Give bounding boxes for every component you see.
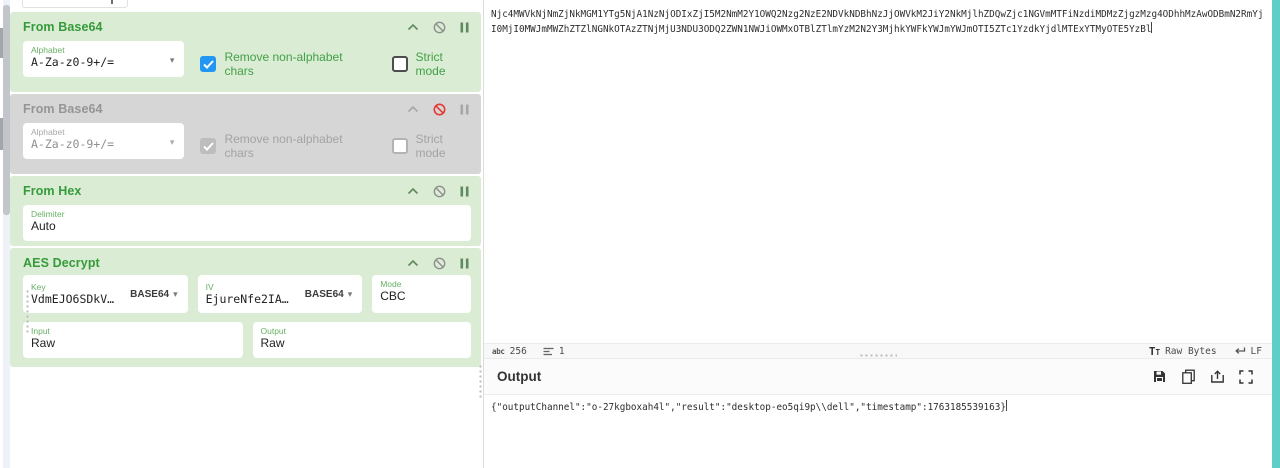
- arg-value: Raw: [31, 336, 56, 350]
- input-editor[interactable]: Njc4MWVkNjNmZjNkMGM1YTg5NjA1NzNjODIxZjI5…: [491, 7, 1270, 37]
- input-line: I0MjI0MWJmMWZhZTZlNGNkOTAzZTNjMjU3NDU3OD…: [491, 24, 1152, 35]
- arg-label: Delimiter: [31, 209, 65, 219]
- disable-op-icon[interactable]: [433, 257, 446, 270]
- alphabet-dropdown[interactable]: Alphabet A-Za-z0-9+/= ▾: [23, 41, 185, 77]
- arg-label: IV: [205, 281, 214, 292]
- checkbox-remove-non-alphabet[interactable]: Remove non-alphabet chars: [200, 132, 364, 160]
- checkbox-label: Remove non-alphabet chars: [224, 50, 343, 78]
- checkbox-unchecked-icon[interactable]: [391, 138, 408, 154]
- checkbox-strict-mode[interactable]: Strict mode: [391, 50, 472, 78]
- encoding-value: Raw Bytes: [1165, 345, 1217, 357]
- line-count: 1: [543, 346, 565, 357]
- input-format-field[interactable]: Input Raw: [23, 322, 243, 358]
- recipe-io-splitter-handle[interactable]: [479, 364, 482, 398]
- op-title: From Hex: [23, 184, 82, 198]
- delimiter-field[interactable]: Delimiter Auto: [23, 205, 471, 241]
- char-count: abc 256: [492, 346, 527, 357]
- operations-recipe-splitter-handle[interactable]: [26, 289, 29, 335]
- output-format-field[interactable]: Output Raw: [252, 322, 471, 358]
- arg-value: VdmEJO6SDkV…: [31, 291, 115, 306]
- mode-field[interactable]: Mode CBC: [372, 275, 471, 313]
- char-count-value: 256: [509, 345, 527, 357]
- disable-op-icon[interactable]: [433, 21, 446, 34]
- breakpoint-pause-icon[interactable]: [460, 22, 469, 33]
- arg-value: A-Za-z0-9+/=: [31, 137, 115, 151]
- collapse-args-icon[interactable]: [407, 105, 419, 113]
- text-cursor: [1151, 22, 1153, 33]
- input-line: Njc4MWVkNjNmZjNkMGM1YTg5NjA1NzNjODIxZjI5…: [491, 9, 1264, 20]
- output-line: {"outputChannel":"o-27kgboxah4l","result…: [491, 402, 1006, 413]
- output-title: Output: [497, 369, 542, 384]
- iv-type-dropdown[interactable]: BASE64 ▾: [299, 289, 354, 300]
- caret-down-icon: ▾: [173, 288, 178, 299]
- eol-selector[interactable]: LF: [1233, 346, 1262, 357]
- checkbox-label: Strict mode: [415, 50, 446, 78]
- recipe-op-from-base64-disabled[interactable]: From Base64 Alphabet A-Za-z0-9+/= ▾ Remo…: [10, 94, 481, 174]
- arg-label: Alphabet: [31, 127, 65, 137]
- disable-op-icon-active[interactable]: [433, 103, 446, 116]
- breakpoint-pause-icon[interactable]: [460, 186, 469, 197]
- recipe-panel: From Base64 Alphabet A-Za-z0-9+/= ▾ Remo…: [10, 0, 483, 468]
- key-field[interactable]: Key VdmEJO6SDkV… BASE64 ▾: [23, 275, 188, 313]
- line-count-value: 1: [558, 345, 565, 357]
- breakpoint-pause-icon[interactable]: [460, 104, 469, 115]
- caret-down-icon: ▾: [169, 55, 175, 65]
- iv-field[interactable]: IV EjureNfe2IA… BASE64 ▾: [197, 275, 363, 313]
- text-cursor: [1005, 400, 1007, 411]
- caret-down-icon: ▾: [347, 288, 353, 299]
- arg-label: Input: [31, 326, 50, 336]
- recipe-op-from-hex[interactable]: From Hex Delimiter Auto: [10, 176, 481, 246]
- arg-value: EjureNfe2IA…: [205, 291, 289, 306]
- line-ending-icon: [1234, 347, 1245, 354]
- op-title: From Base64: [23, 102, 103, 116]
- output-editor[interactable]: {"outputChannel":"o-27kgboxah4l","result…: [491, 400, 1270, 415]
- encoding-selector[interactable]: TT Raw Bytes: [1149, 345, 1217, 358]
- collapse-args-icon[interactable]: [407, 259, 419, 267]
- output-header: Output: [484, 359, 1272, 395]
- disable-op-icon[interactable]: [433, 185, 446, 198]
- collapse-args-icon[interactable]: [407, 187, 419, 195]
- alphabet-dropdown[interactable]: Alphabet A-Za-z0-9+/= ▾: [23, 123, 185, 159]
- line-count-icon: [543, 347, 554, 355]
- cropped-operation-above: [22, 0, 128, 8]
- arg-label: Alphabet: [31, 45, 65, 55]
- arg-label: Output: [260, 326, 287, 336]
- cropped-text-fragment: [111, 0, 113, 4]
- window-edge-accent: [1272, 0, 1280, 468]
- checkbox-label: Strict mode: [415, 132, 446, 160]
- checkbox-checked-icon[interactable]: [200, 138, 217, 154]
- arg-value: Auto: [31, 219, 56, 233]
- op-title: AES Decrypt: [23, 256, 100, 270]
- replace-input-with-output-icon[interactable]: [1210, 369, 1225, 384]
- checkbox-unchecked-icon[interactable]: [391, 56, 408, 72]
- checkbox-checked-icon[interactable]: [200, 56, 217, 72]
- recipe-op-from-base64[interactable]: From Base64 Alphabet A-Za-z0-9+/= ▾ Remo…: [10, 12, 481, 92]
- io-panel: Njc4MWVkNjNmZjNkMGM1YTg5NjA1NzNjODIxZjI5…: [483, 0, 1272, 468]
- char-count-icon: abc: [492, 346, 505, 356]
- eol-value: LF: [1250, 345, 1262, 357]
- arg-value: A-Za-z0-9+/=: [31, 55, 115, 69]
- char-encoding-icon: TT: [1148, 344, 1161, 358]
- scrollbar-thumb[interactable]: [3, 5, 10, 215]
- breakpoint-pause-icon[interactable]: [460, 258, 469, 269]
- arg-value: CBC: [380, 289, 406, 303]
- op-title: From Base64: [23, 20, 103, 34]
- arg-label: Key: [31, 281, 46, 292]
- recipe-op-aes-decrypt[interactable]: AES Decrypt Key VdmEJO6SDkV… BASE64 ▾ IV …: [10, 248, 481, 367]
- input-output-splitter-handle[interactable]: [859, 354, 897, 357]
- recipe-scrollbar[interactable]: [3, 0, 10, 468]
- caret-down-icon: ▾: [169, 137, 175, 147]
- arg-label: Mode: [380, 279, 402, 289]
- key-type-dropdown[interactable]: BASE64 ▾: [124, 289, 179, 300]
- maximize-output-icon[interactable]: [1239, 369, 1253, 384]
- collapse-args-icon[interactable]: [407, 23, 419, 31]
- arg-value: Raw: [260, 336, 285, 350]
- checkbox-strict-mode[interactable]: Strict mode: [391, 132, 472, 160]
- checkbox-remove-non-alphabet[interactable]: Remove non-alphabet chars: [200, 50, 364, 78]
- checkbox-label: Remove non-alphabet chars: [224, 132, 343, 160]
- save-output-icon[interactable]: [1152, 369, 1167, 384]
- copy-output-icon[interactable]: [1181, 369, 1196, 384]
